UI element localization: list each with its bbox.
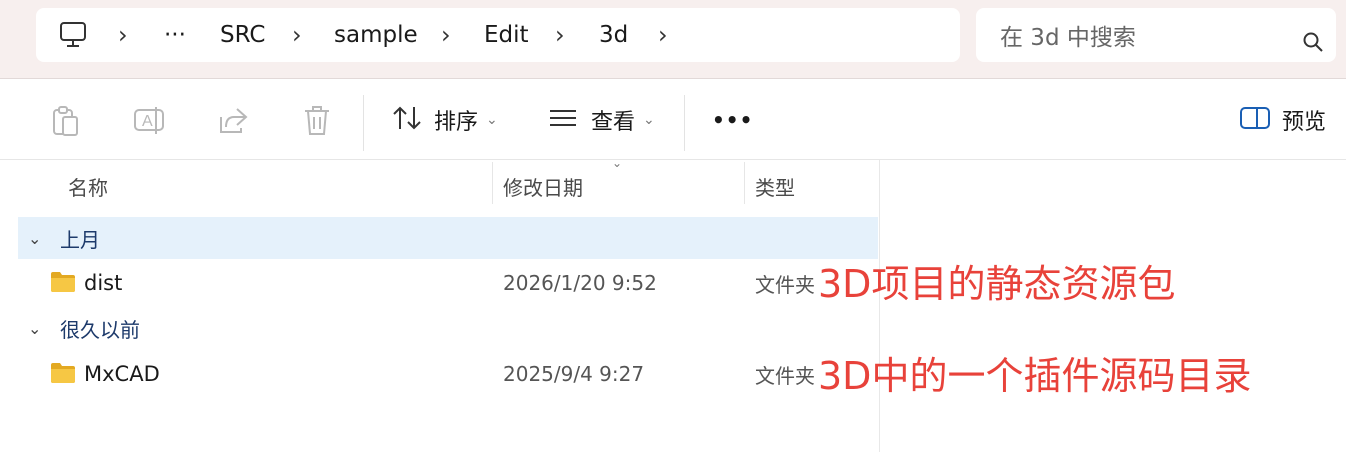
annotation-mxcad: 3D中的一个插件源码目录 [818,354,1252,398]
sort-button[interactable]: 排序 ⌄ [392,79,498,161]
group-label: 上月 [60,227,100,252]
breadcrumb[interactable]: › ··· SRC › sample › Edit › 3d › [36,8,960,62]
file-modified-date: 2025/9/4 9:27 [503,362,645,386]
command-bar: A 排序 ⌄ 查看 ⌄ ••• 预览 [0,79,1346,160]
annotation-dist: 3D项目的静态资源包 [818,262,1176,306]
file-modified-date: 2026/1/20 9:52 [503,271,657,295]
breadcrumb-chevron-icon[interactable]: › [555,8,565,62]
chevron-down-icon[interactable]: ⌄ [18,229,60,248]
chevron-down-icon: ⌄ [486,112,498,128]
column-header-name[interactable]: 名称 [68,172,108,201]
column-divider[interactable] [492,162,493,204]
column-header-modified[interactable]: 修改日期 [503,172,583,201]
breadcrumb-chevron-icon[interactable]: › [292,8,302,62]
view-label: 查看 [591,110,636,135]
list-item[interactable]: MxCAD 2025/9/4 9:27 文件夹 [18,352,878,396]
search-box[interactable]: 在 3d 中搜索 [976,8,1336,62]
breadcrumb-chevron-icon[interactable]: › [441,8,451,62]
group-header[interactable]: ⌄ 很久以前 [18,307,140,349]
column-header-type[interactable]: 类型 [755,172,795,201]
breadcrumb-chevron-icon[interactable]: › [658,8,668,62]
folder-icon [50,271,76,297]
more-options-button[interactable]: ••• [712,79,753,161]
list-item[interactable]: dist 2026/1/20 9:52 文件夹 [18,261,878,305]
view-button[interactable]: 查看 ⌄ [549,79,655,161]
breadcrumb-chevron-icon[interactable]: › [118,8,128,62]
paste-icon[interactable] [51,105,81,141]
delete-icon[interactable] [303,105,331,141]
preview-pane-button[interactable]: 预览 [1240,79,1326,161]
share-icon[interactable] [217,105,249,141]
chevron-down-icon: ⌄ [643,112,655,128]
address-bar-region: › ··· SRC › sample › Edit › 3d › 在 3d 中搜… [0,0,1346,79]
preview-label: 预览 [1282,110,1327,135]
folder-icon [50,362,76,388]
sort-label: 排序 [434,110,479,135]
group-header[interactable]: ⌄ 上月 [18,217,878,259]
chevron-down-icon[interactable]: ⌄ [18,319,60,338]
toolbar-divider [684,95,685,151]
search-icon[interactable] [1302,31,1324,57]
toolbar-divider [363,95,364,151]
sort-icon [392,105,422,135]
file-type: 文件夹 [755,363,815,388]
search-input[interactable]: 在 3d 中搜索 [1000,8,1136,62]
file-name[interactable]: MxCAD [84,352,160,396]
preview-pane-icon [1240,107,1270,133]
file-type: 文件夹 [755,272,815,297]
breadcrumb-item-sample[interactable]: sample [334,8,418,62]
file-name[interactable]: dist [84,261,122,305]
rename-icon[interactable]: A [133,105,167,141]
breadcrumb-item-3d[interactable]: 3d [599,8,628,62]
sort-indicator-icon: ⌄ [612,156,623,170]
view-icon [549,108,577,132]
svg-text:A: A [142,113,153,130]
file-list-pane [18,160,880,452]
computer-icon[interactable] [58,8,88,62]
breadcrumb-ellipsis[interactable]: ··· [164,8,186,62]
column-divider[interactable] [744,162,745,204]
breadcrumb-item-src[interactable]: SRC [220,8,266,62]
breadcrumb-item-edit[interactable]: Edit [484,8,529,62]
group-label: 很久以前 [60,317,140,342]
